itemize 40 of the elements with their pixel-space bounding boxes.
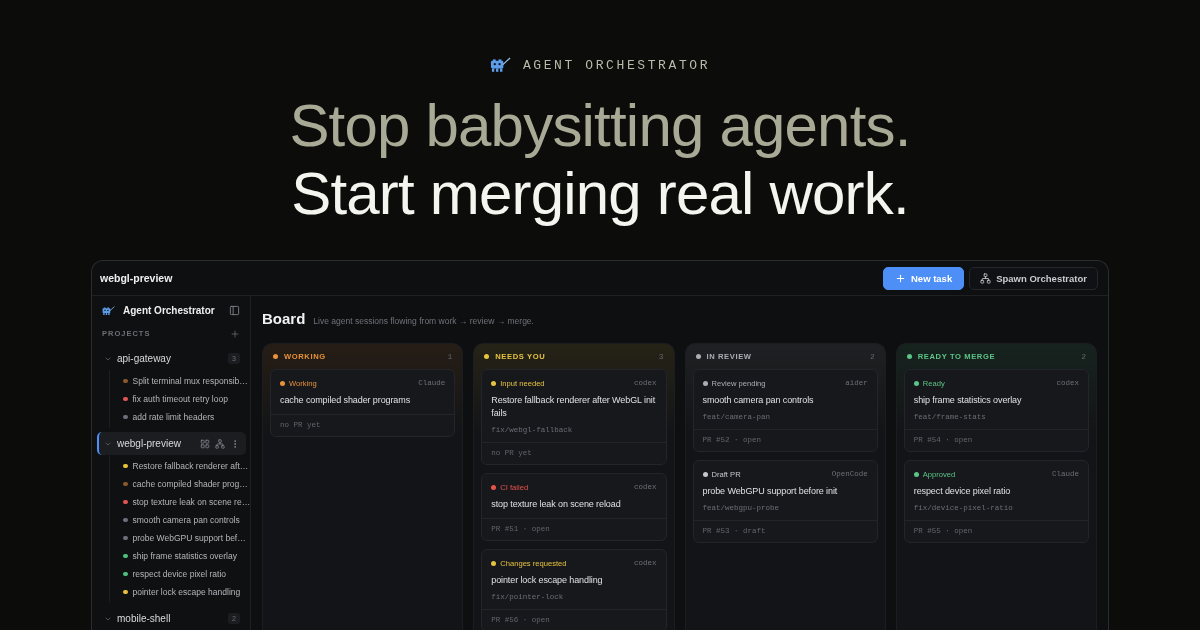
session-item[interactable]: cache compiled shader prog… <box>110 475 248 493</box>
session-item[interactable]: smooth camera pan controls <box>110 511 240 529</box>
project-item[interactable]: webgl-preview <box>97 432 246 455</box>
session-item[interactable]: Split terminal mux responsib… <box>110 372 248 390</box>
card-title: cache compiled shader programs <box>280 394 412 407</box>
card-title: ship frame statistics overlay <box>913 394 1023 407</box>
plus-icon <box>895 272 906 284</box>
brand-name: AGENT ORCHESTRATOR <box>522 57 711 73</box>
column-count: 2 <box>1081 352 1086 361</box>
board-subtitle: Live agent sessions flowing from work → review → merge. <box>313 316 534 326</box>
spawn-button[interactable]: Spawn Orchestrator <box>969 266 1098 290</box>
column-count: 3 <box>658 352 664 361</box>
session-item[interactable]: probe WebGPU support bef… <box>110 529 246 547</box>
session-item[interactable]: stop texture leak on scene re… <box>110 493 251 511</box>
card-title: pointer lock escape handling <box>491 574 604 587</box>
board-title: Board <box>262 310 306 327</box>
mascot-icon <box>102 305 115 316</box>
headline: Stop babysitting agents. <box>289 92 911 160</box>
mascot-icon <box>489 57 511 73</box>
card-title: Restore fallback renderer after WebGL init fails <box>491 394 657 420</box>
session-item[interactable]: add rate limit headers <box>110 408 215 426</box>
hierarchy-icon <box>980 272 992 284</box>
headline: Start merging real work. <box>291 160 909 228</box>
session-item[interactable]: fix auth timeout retry loop <box>110 390 228 408</box>
window-title: webgl-preview <box>100 272 173 284</box>
session-item[interactable]: ship frame statistics overlay <box>110 547 237 565</box>
add-icon[interactable] <box>230 328 240 339</box>
card-title: probe WebGPU support before init <box>702 485 839 498</box>
column-count: 2 <box>869 352 875 361</box>
session-item[interactable]: respect device pixel ratio <box>110 565 227 583</box>
session-item[interactable]: pointer lock escape handling <box>110 583 241 601</box>
hierarchy-icon[interactable] <box>215 438 225 449</box>
column-count: 1 <box>447 352 453 361</box>
card-title: stop texture leak on scene reload <box>491 498 622 511</box>
card-title: respect device pixel ratio <box>913 485 1012 498</box>
sidebar-toggle-icon[interactable] <box>229 304 240 316</box>
app-name: Agent Orchestrator <box>123 304 216 316</box>
session-item[interactable]: Restore fallback renderer aft… <box>110 457 249 475</box>
card-title: smooth camera pan controls <box>702 394 815 407</box>
grid-icon[interactable] <box>200 438 210 449</box>
